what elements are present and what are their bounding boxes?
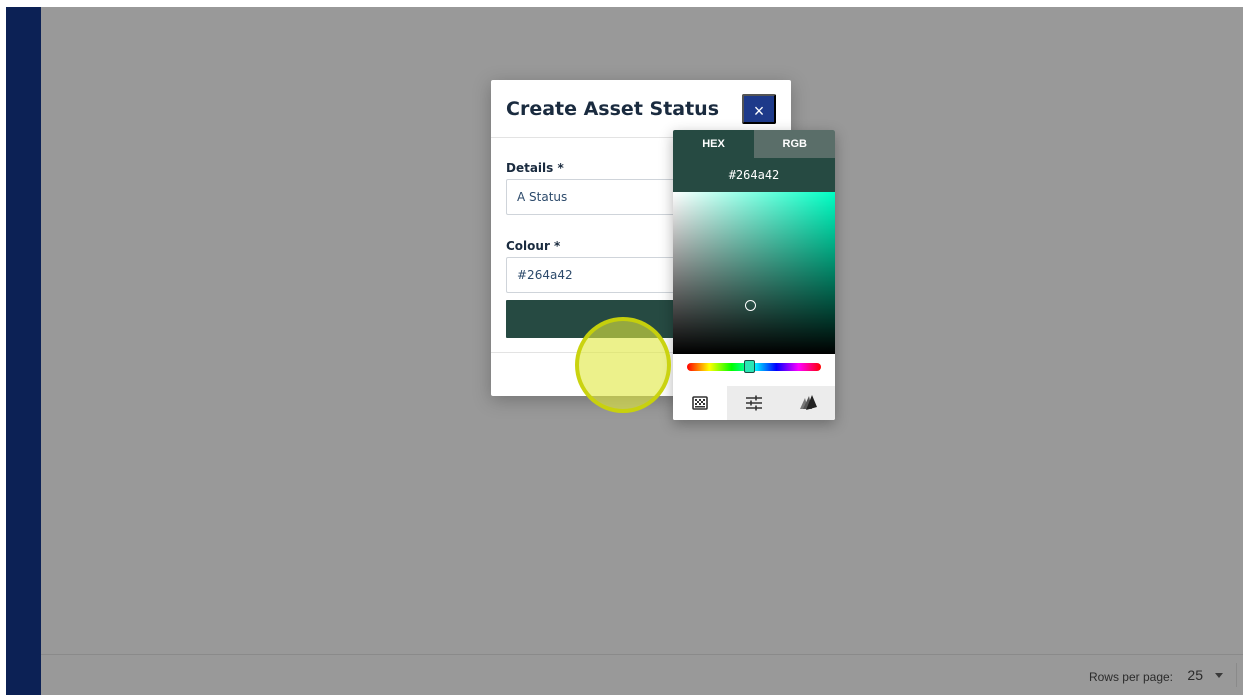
dialog-title: Create Asset Status — [506, 98, 720, 120]
sliders-icon — [746, 395, 762, 411]
mode-grid-button[interactable] — [673, 386, 727, 420]
colour-label: Colour * — [506, 239, 561, 253]
close-icon: × — [753, 101, 765, 121]
hue-slider[interactable] — [687, 360, 821, 373]
value-gradient — [673, 192, 835, 354]
palette-icon — [800, 395, 817, 410]
mode-palette-button[interactable] — [781, 386, 835, 420]
chevron-down-icon[interactable] — [1215, 673, 1223, 678]
picker-mode-bar — [673, 386, 835, 420]
mode-sliders-button[interactable] — [727, 386, 781, 420]
tab-rgb[interactable]: RGB — [754, 130, 835, 158]
hex-value-display: #264a42 — [673, 158, 835, 192]
close-button[interactable]: × — [742, 94, 776, 124]
saturation-value-area[interactable] — [673, 192, 835, 354]
hue-handle[interactable] — [744, 360, 755, 373]
color-picker: HEX RGB #264a42 — [673, 130, 835, 420]
saturation-handle[interactable] — [745, 300, 756, 311]
rows-per-page-select[interactable]: 25 — [1187, 667, 1203, 683]
top-strip — [0, 0, 1243, 7]
sidebar — [6, 7, 41, 695]
details-label: Details * — [506, 161, 564, 175]
footer-divider — [1236, 663, 1237, 687]
tab-hex[interactable]: HEX — [673, 130, 754, 158]
table-footer: Rows per page: 25 — [41, 654, 1243, 695]
rows-per-page-label: Rows per page: — [1088, 670, 1173, 684]
grid-icon — [692, 396, 708, 410]
